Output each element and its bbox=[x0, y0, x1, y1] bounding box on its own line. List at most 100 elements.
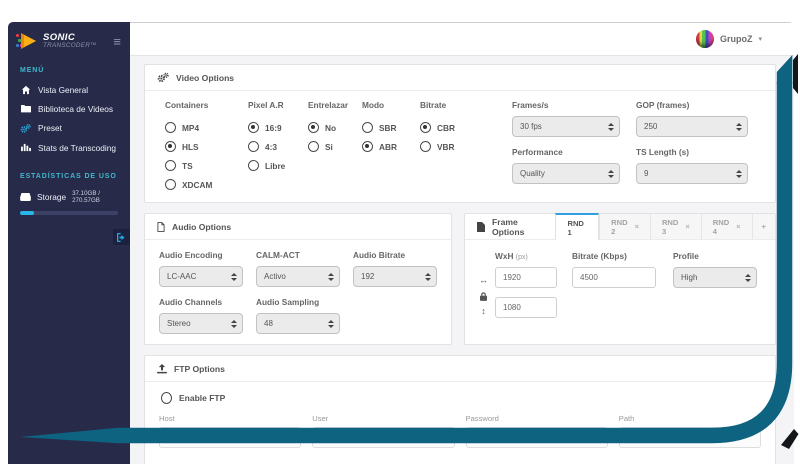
select-label: Frames/s bbox=[512, 100, 549, 110]
user-menu[interactable]: GrupoZ ▾ bbox=[695, 30, 762, 48]
enable-ftp-radio[interactable]: Enable FTP bbox=[161, 392, 761, 404]
sidebar-item-label: Stats de Transcoding bbox=[38, 142, 116, 153]
radio-hls[interactable]: HLS bbox=[165, 137, 248, 156]
sidebar-item-label: Preset bbox=[38, 123, 62, 133]
lock-aspect-icon[interactable] bbox=[480, 290, 487, 302]
add-tab-button[interactable]: + bbox=[751, 214, 775, 239]
radio-vbr[interactable]: VBR bbox=[420, 137, 482, 156]
ftp-fields: Host User Password Path bbox=[159, 414, 761, 448]
select-gop-frames[interactable]: 250 bbox=[636, 116, 748, 137]
stepper-arrows-icon bbox=[608, 169, 614, 178]
radio-group-containers: Containers MP4 HLS TS XDCAM bbox=[165, 100, 248, 194]
radio-xdcam[interactable]: XDCAM bbox=[165, 175, 248, 194]
select-performance[interactable]: Quality bbox=[512, 163, 620, 184]
bitrate-input[interactable] bbox=[572, 267, 656, 288]
tab-label: RND 2 bbox=[611, 217, 628, 236]
radio-circle bbox=[362, 141, 373, 152]
tab-rnd-3[interactable]: RND 3 × bbox=[649, 214, 701, 239]
frame-options-body: ↔ ↕ WxH (px) 1920 1080 Bitrate (Kbps) 45… bbox=[465, 240, 775, 331]
radio-abr[interactable]: ABR bbox=[362, 137, 420, 156]
frame-options-title: Frame Options bbox=[492, 216, 525, 237]
close-icon[interactable]: × bbox=[635, 222, 639, 231]
select-audio-sampling[interactable]: 48 bbox=[256, 313, 340, 334]
sidebar-item-label: Vista General bbox=[38, 84, 89, 95]
radio-option-label: MP4 bbox=[182, 122, 200, 133]
page: SONIC TRANSCODER™ ≡ MENÚ Vista General Bi… bbox=[0, 0, 800, 464]
sidebar-item-biblioteca-de-videos[interactable]: Biblioteca de Videos bbox=[8, 99, 130, 118]
sidebar-menu: Vista General Biblioteca de Videos Preset S… bbox=[8, 80, 130, 157]
stepper-arrows-icon bbox=[745, 273, 751, 282]
width-input[interactable] bbox=[495, 267, 557, 288]
input-password[interactable] bbox=[465, 427, 608, 448]
sidebar-item-preset[interactable]: Preset bbox=[8, 118, 130, 138]
input-host[interactable] bbox=[159, 427, 302, 448]
document-icon bbox=[157, 221, 165, 232]
stepper-arrows-icon bbox=[328, 319, 334, 328]
radio-group-pixel-a-r: Pixel A.R 16:9 4:3 Libre bbox=[248, 100, 308, 194]
radio-circle bbox=[420, 141, 431, 152]
select-audio-bitrate[interactable]: 192 bbox=[353, 266, 437, 287]
radio-group-label: Modo bbox=[362, 100, 385, 110]
bitrate-label: Bitrate (Kbps) bbox=[572, 251, 627, 261]
collapse-sidebar-button[interactable] bbox=[113, 229, 130, 245]
middle-row: Audio Options Audio Encoding LC-AAC CALM-A… bbox=[144, 213, 776, 355]
radio-libre[interactable]: Libre bbox=[248, 156, 308, 175]
close-icon[interactable]: × bbox=[736, 222, 740, 231]
select-frames-s[interactable]: 30 fps bbox=[512, 116, 620, 137]
radio-mp4[interactable]: MP4 bbox=[165, 118, 248, 137]
select-audio-encoding[interactable]: LC-AAC bbox=[159, 266, 243, 287]
vertical-resize-icon: ↕ bbox=[481, 306, 486, 316]
storage-progress-fill bbox=[20, 211, 34, 215]
dimension-icons: ↔ ↕ bbox=[477, 251, 490, 321]
radio-option-label: 16:9 bbox=[265, 122, 282, 133]
select-value: 48 bbox=[264, 319, 273, 328]
radio-si[interactable]: Si bbox=[308, 137, 362, 156]
select-ts-length-s[interactable]: 9 bbox=[636, 163, 748, 184]
sidebar: SONIC TRANSCODER™ ≡ MENÚ Vista General Bi… bbox=[8, 22, 130, 464]
radio-group-entrelazar: Entrelazar No Si bbox=[308, 100, 362, 194]
select-value: 250 bbox=[644, 122, 658, 131]
tab-rnd-2[interactable]: RND 2 × bbox=[599, 214, 650, 239]
tab-rnd-1[interactable]: RND 1 bbox=[555, 213, 600, 240]
radio-circle bbox=[248, 160, 259, 171]
tab-label: + bbox=[761, 222, 766, 231]
tab-rnd-4[interactable]: RND 4 × bbox=[700, 214, 752, 239]
radio-16-9[interactable]: 16:9 bbox=[248, 118, 308, 137]
input-user[interactable] bbox=[312, 427, 455, 448]
bitrate-column: Bitrate (Kbps) bbox=[572, 251, 656, 321]
sidebar-item-stats-de-transcoding[interactable]: Stats de Transcoding bbox=[8, 138, 130, 157]
radio-option-label: SBR bbox=[379, 122, 397, 133]
select-label: CALM-ACT bbox=[256, 250, 300, 260]
radio-cbr[interactable]: CBR bbox=[420, 118, 482, 137]
horizontal-resize-icon: ↔ bbox=[479, 275, 488, 285]
stats-section-label: ESTADÍSTICAS DE USO bbox=[20, 173, 117, 180]
profile-select[interactable]: High bbox=[673, 267, 757, 288]
radio-4-3[interactable]: 4:3 bbox=[248, 137, 308, 156]
folder-icon bbox=[20, 104, 31, 113]
select-calm-act[interactable]: Activo bbox=[256, 266, 340, 287]
radio-sbr[interactable]: SBR bbox=[362, 118, 420, 137]
select-audio-channels[interactable]: Stereo bbox=[159, 313, 243, 334]
hamburger-menu-icon[interactable]: ≡ bbox=[113, 35, 121, 48]
field-audio-bitrate: Audio Bitrate 192 bbox=[353, 250, 437, 287]
sidebar-item-vista-general[interactable]: Vista General bbox=[8, 80, 130, 99]
input-path[interactable] bbox=[618, 427, 761, 448]
radio-ts[interactable]: TS bbox=[165, 156, 248, 175]
radio-circle bbox=[165, 179, 176, 190]
audio-options-card: Audio Options Audio Encoding LC-AAC CALM-A… bbox=[144, 213, 452, 345]
radio-no[interactable]: No bbox=[308, 118, 362, 137]
ftp-options-card: FTP Options Enable FTP Host User Password P… bbox=[144, 355, 776, 464]
radio-option-label: CBR bbox=[437, 122, 455, 133]
field-frames-s: Frames/s 30 fps bbox=[512, 100, 620, 137]
stepper-arrows-icon bbox=[608, 122, 614, 131]
brand-name-top: SONIC bbox=[43, 31, 76, 43]
video-selects: Frames/s 30 fps GOP (frames) 250 Performance… bbox=[512, 100, 748, 194]
enable-ftp-label: Enable FTP bbox=[179, 393, 226, 403]
select-value: 192 bbox=[361, 272, 375, 281]
radio-option-label: No bbox=[325, 122, 337, 133]
close-icon[interactable]: × bbox=[685, 222, 689, 231]
avatar bbox=[695, 30, 714, 48]
height-input[interactable] bbox=[495, 297, 557, 318]
radio-circle bbox=[248, 122, 259, 133]
video-options-card: Video Options Containers MP4 HLS TS XDCAM Pix… bbox=[144, 64, 776, 203]
